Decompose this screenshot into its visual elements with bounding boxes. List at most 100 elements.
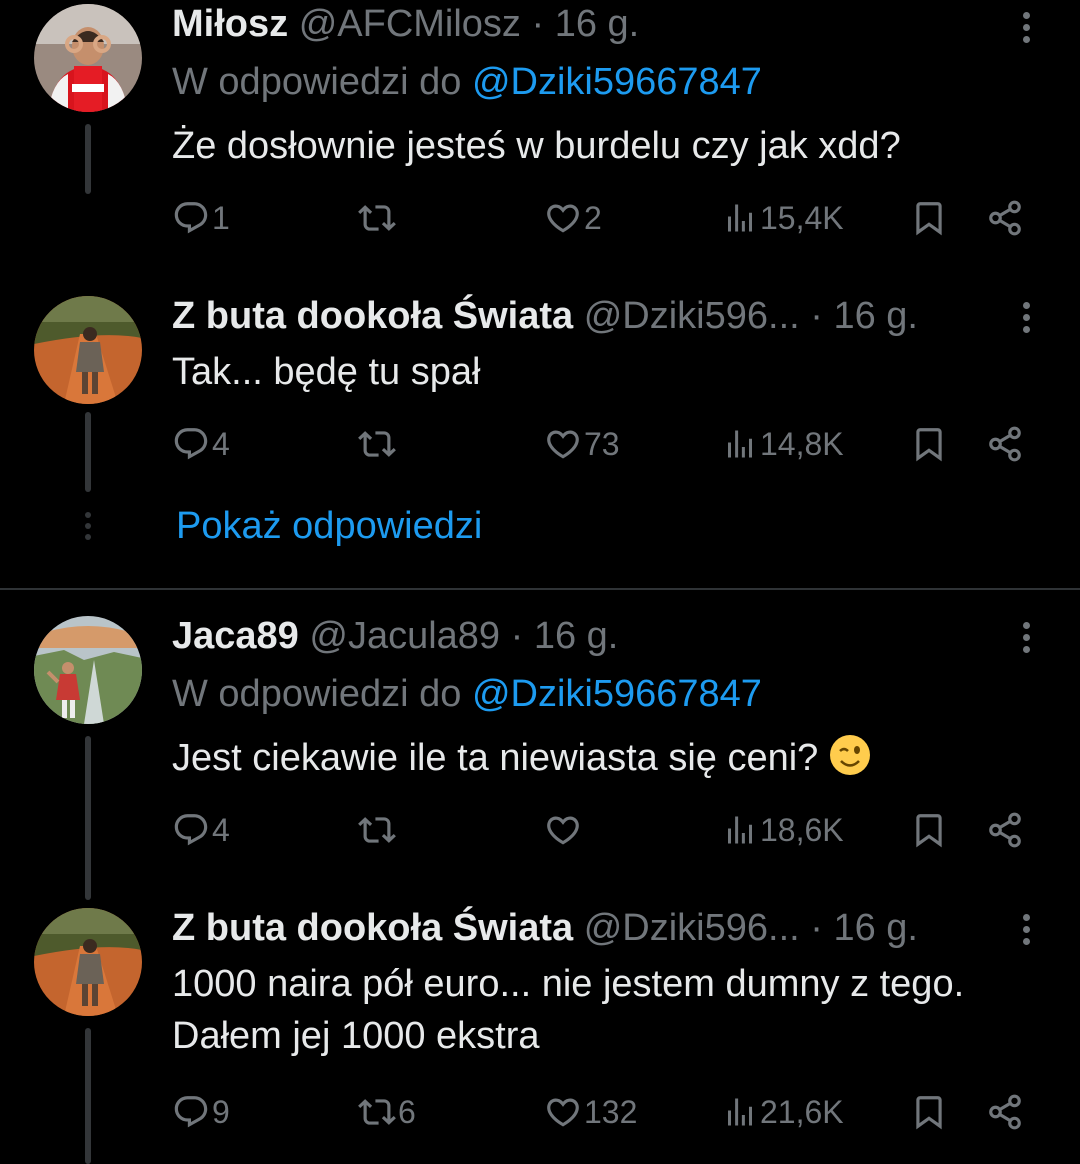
view-count: 15,4K bbox=[760, 200, 844, 236]
share-icon bbox=[986, 1093, 1024, 1131]
tweet-text-line: Dałem jej 1000 ekstra bbox=[172, 1015, 540, 1057]
reply-button[interactable]: 9 bbox=[172, 1090, 230, 1134]
reply-count: 9 bbox=[212, 1094, 230, 1130]
thread-line bbox=[85, 1028, 91, 1164]
views-button[interactable]: 14,8K bbox=[722, 422, 844, 466]
retweet-button[interactable]: 6 bbox=[358, 1090, 416, 1134]
display-name[interactable]: Z buta dookoła Świata bbox=[172, 907, 573, 949]
views-button[interactable]: 15,4K bbox=[722, 196, 844, 240]
bookmark-button[interactable] bbox=[910, 1090, 948, 1134]
heart-icon bbox=[544, 811, 582, 849]
timestamp[interactable]: · 16 g. bbox=[810, 295, 918, 337]
share-button[interactable] bbox=[986, 422, 1024, 466]
views-button[interactable]: 18,6K bbox=[722, 808, 844, 852]
user-handle[interactable]: @Dziki596... bbox=[584, 907, 800, 949]
bookmark-icon bbox=[910, 425, 948, 463]
reply-count: 4 bbox=[212, 426, 230, 462]
winking-face-emoji-icon bbox=[829, 735, 870, 775]
retweet-count: 6 bbox=[398, 1094, 416, 1130]
reply-context: W odpowiedzi do @Dziki59667847 bbox=[172, 60, 762, 104]
user-handle[interactable]: @AFCMilosz bbox=[299, 3, 521, 45]
timestamp[interactable]: · 16 g. bbox=[511, 615, 619, 657]
like-count: 73 bbox=[584, 426, 620, 462]
reply-button[interactable]: 4 bbox=[172, 808, 230, 852]
avatar-zbuta[interactable] bbox=[34, 296, 142, 404]
like-button[interactable]: 73 bbox=[544, 422, 620, 466]
views-icon bbox=[722, 426, 758, 462]
view-count: 21,6K bbox=[760, 1094, 844, 1130]
retweet-button[interactable] bbox=[358, 422, 398, 466]
bookmark-icon bbox=[910, 199, 948, 237]
share-button[interactable] bbox=[986, 196, 1024, 240]
tweet-text-container: Jest ciekawie ile ta niewiasta się ceni? bbox=[172, 732, 1050, 784]
share-icon bbox=[986, 425, 1024, 463]
tweet-text: 1000 naira pół euro... nie jestem dumny … bbox=[172, 958, 1050, 1062]
like-button[interactable]: 132 bbox=[544, 1090, 637, 1134]
arsenal-player-avatar-icon bbox=[34, 4, 142, 112]
show-replies-link[interactable]: Pokaż odpowiedzi bbox=[176, 504, 482, 548]
display-name[interactable]: Z buta dookoła Świata bbox=[172, 295, 573, 337]
tweet-header: Z buta dookoła Świata @Dziki596... · 16 … bbox=[172, 294, 984, 338]
retweet-icon bbox=[358, 1093, 396, 1131]
reply-mention-link[interactable]: @Dziki59667847 bbox=[472, 61, 762, 103]
views-icon bbox=[722, 1094, 758, 1130]
avatar-zbuta[interactable] bbox=[34, 908, 142, 1016]
tweet-header: Z buta dookoła Świata @Dziki596... · 16 … bbox=[172, 906, 984, 950]
share-icon bbox=[986, 199, 1024, 237]
more-options-icon[interactable] bbox=[1016, 302, 1036, 342]
traveler-road-avatar-icon bbox=[34, 908, 142, 1016]
views-button[interactable]: 21,6K bbox=[722, 1090, 844, 1134]
thread-line bbox=[85, 412, 91, 492]
avatar-jaca89[interactable] bbox=[34, 616, 142, 724]
more-options-icon[interactable] bbox=[1016, 12, 1036, 52]
user-handle[interactable]: @Dziki596... bbox=[584, 295, 800, 337]
reply-button[interactable]: 4 bbox=[172, 422, 230, 466]
reply-button[interactable]: 1 bbox=[172, 196, 230, 240]
reply-icon bbox=[172, 811, 210, 849]
like-button[interactable]: 2 bbox=[544, 196, 602, 240]
timestamp[interactable]: · 16 g. bbox=[810, 907, 918, 949]
tweet-text-line: 1000 naira pół euro... nie jestem dumny … bbox=[172, 963, 965, 1005]
heart-icon bbox=[544, 425, 582, 463]
reply-mention-link[interactable]: @Dziki59667847 bbox=[472, 673, 762, 715]
reply-prefix: W odpowiedzi do bbox=[172, 61, 462, 103]
heart-icon bbox=[544, 199, 582, 237]
share-button[interactable] bbox=[986, 1090, 1024, 1134]
more-options-icon[interactable] bbox=[1016, 622, 1036, 662]
reply-prefix: W odpowiedzi do bbox=[172, 673, 462, 715]
share-icon bbox=[986, 811, 1024, 849]
reply-icon bbox=[172, 1093, 210, 1131]
display-name[interactable]: Miłosz bbox=[172, 3, 288, 45]
tweet-text: Jest ciekawie ile ta niewiasta się ceni? bbox=[172, 737, 819, 779]
avatar-milosz[interactable] bbox=[34, 4, 142, 112]
reply-icon bbox=[172, 425, 210, 463]
display-name[interactable]: Jaca89 bbox=[172, 615, 299, 657]
tweet-header: Jaca89 @Jacula89 · 16 g. bbox=[172, 614, 984, 658]
bookmark-button[interactable] bbox=[910, 196, 948, 240]
retweet-button[interactable] bbox=[358, 196, 398, 240]
heart-icon bbox=[544, 1093, 582, 1131]
reply-context: W odpowiedzi do @Dziki59667847 bbox=[172, 672, 762, 716]
more-options-icon[interactable] bbox=[1016, 914, 1036, 954]
view-count: 14,8K bbox=[760, 426, 844, 462]
tweet-text: Tak... będę tu spał bbox=[172, 351, 481, 393]
view-count: 18,6K bbox=[760, 812, 844, 848]
action-bar: 4 73 14,8K bbox=[172, 422, 1040, 466]
share-button[interactable] bbox=[986, 808, 1024, 852]
like-count: 2 bbox=[584, 200, 602, 236]
bookmark-button[interactable] bbox=[910, 808, 948, 852]
bookmark-button[interactable] bbox=[910, 422, 948, 466]
thread-dots bbox=[85, 512, 91, 545]
user-handle[interactable]: @Jacula89 bbox=[309, 615, 500, 657]
retweet-icon bbox=[358, 199, 396, 237]
reply-count: 1 bbox=[212, 200, 230, 236]
divider bbox=[0, 588, 1080, 590]
timestamp[interactable]: · 16 g. bbox=[532, 3, 640, 45]
like-button[interactable] bbox=[544, 808, 584, 852]
retweet-icon bbox=[358, 425, 396, 463]
retweet-icon bbox=[358, 811, 396, 849]
tweet-text: Że dosłownie jesteś w burdelu czy jak xd… bbox=[172, 125, 901, 167]
bookmark-icon bbox=[910, 1093, 948, 1131]
views-icon bbox=[722, 200, 758, 236]
retweet-button[interactable] bbox=[358, 808, 398, 852]
